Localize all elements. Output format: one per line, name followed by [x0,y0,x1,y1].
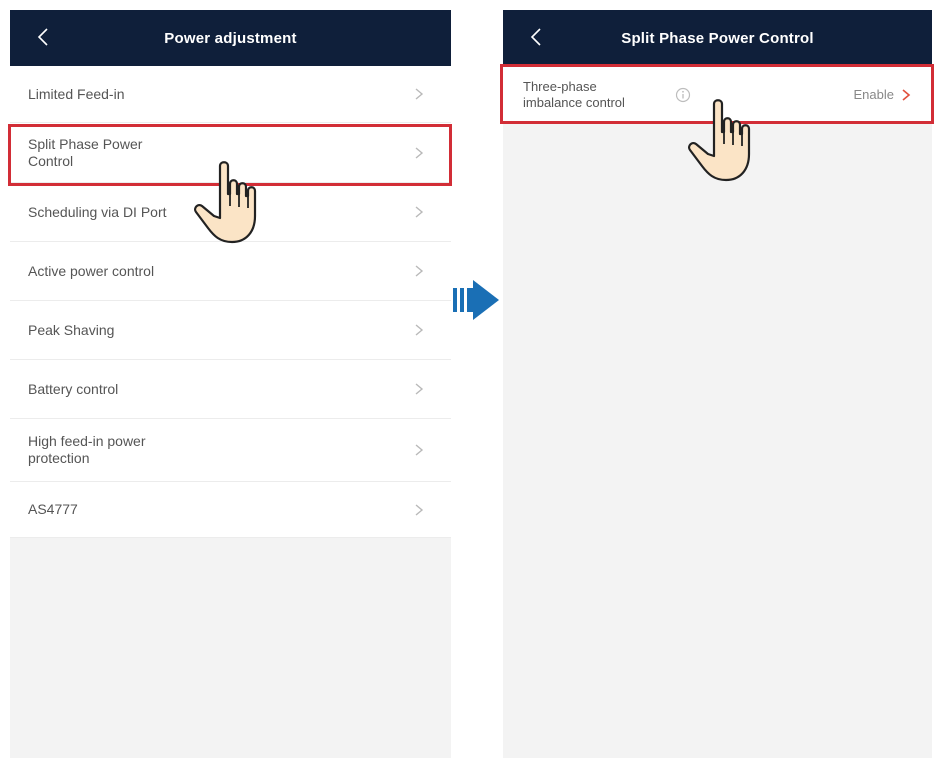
label-line-1: High feed-in power [28,433,146,449]
chevron-right-icon [415,324,424,336]
back-chevron-icon[interactable] [525,25,549,49]
info-icon[interactable] [675,87,691,103]
list-item-label: Battery control [28,380,119,397]
list-item-split-phase-power-control[interactable]: Split Phase Power Control [10,123,451,183]
list-item-high-feed-in-power-protection[interactable]: High feed-in power protection [10,419,451,482]
page-title: Split Phase Power Control [621,29,814,47]
split-phase-power-control-screen: Split Phase Power Control Three-phase im… [503,10,932,758]
label-line-1: Three-phase [523,78,597,94]
list-item-label: AS4777 [28,501,78,517]
list-item-active-power-control[interactable]: Active power control [10,242,451,301]
header-bar: Split Phase Power Control [503,10,932,66]
chevron-right-icon [415,206,424,218]
header-bar: Power adjustment [10,10,451,66]
list-item-three-phase-imbalance-control[interactable]: Three-phase imbalance control Enable [503,66,932,123]
list-item-peak-shaving[interactable]: Peak Shaving [10,301,451,360]
list-item-limited-feed-in[interactable]: Limited Feed-in [10,66,451,123]
chevron-right-icon [415,265,424,277]
list-item-label: Scheduling via DI Port [28,203,167,220]
list-item-label: Peak Shaving [28,321,115,338]
list-item-as4777[interactable]: AS4777 [10,482,451,538]
chevron-right-icon [415,88,424,100]
list-item-scheduling-via-di-port[interactable]: Scheduling via DI Port [10,183,451,242]
settings-list: Limited Feed-in Split Phase Power Contro… [10,66,451,538]
label-line-2: protection [28,450,90,466]
page-title: Power adjustment [164,29,297,47]
list-item-label: Active power control [28,262,155,279]
enable-value: Enable [853,87,894,102]
chevron-right-icon [415,146,424,159]
chevron-right-icon [415,383,424,395]
chevron-right-icon [415,503,424,516]
list-item-battery-control[interactable]: Battery control [10,360,451,419]
label-line-2: imbalance control [523,94,625,110]
next-arrow-icon [453,280,499,320]
power-adjustment-screen: Power adjustment Limited Feed-in Split P… [10,10,451,758]
back-chevron-icon[interactable] [32,25,56,49]
chevron-right-icon [415,444,424,456]
list-item-label: Limited Feed-in [28,85,125,102]
label-line-2: Control [28,152,74,169]
list-item-label: Split Phase Power Control [28,136,413,170]
chevron-right-icon [902,88,911,101]
list-item-label: High feed-in power protection [28,433,413,467]
label-line-1: Split Phase Power [28,135,143,152]
list-item-label: Three-phase imbalance control [523,79,663,111]
